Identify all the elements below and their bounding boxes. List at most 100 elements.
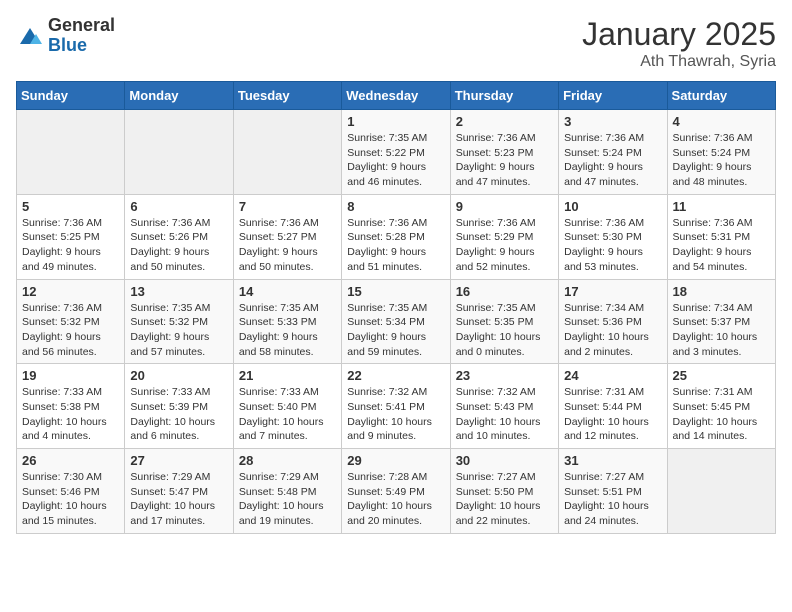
calendar-cell: 29 Sunrise: 7:28 AM Sunset: 5:49 PM Dayli… bbox=[342, 449, 450, 534]
day-info: Sunrise: 7:33 AM Sunset: 5:38 PM Dayligh… bbox=[22, 385, 119, 444]
logo: General Blue bbox=[16, 16, 115, 56]
logo-text: General Blue bbox=[48, 16, 115, 56]
calendar-cell: 21 Sunrise: 7:33 AM Sunset: 5:40 PM Dayli… bbox=[233, 364, 341, 449]
calendar-week-row: 1 Sunrise: 7:35 AM Sunset: 5:22 PM Daylig… bbox=[17, 110, 776, 195]
calendar-cell: 26Sunrise: 7:30 AM Sunset: 5:46 PM Dayli… bbox=[17, 449, 125, 534]
calendar-cell: 12Sunrise: 7:36 AM Sunset: 5:32 PM Dayli… bbox=[17, 279, 125, 364]
day-info: Sunrise: 7:36 AM Sunset: 5:31 PM Dayligh… bbox=[673, 216, 770, 275]
day-info: Sunrise: 7:32 AM Sunset: 5:41 PM Dayligh… bbox=[347, 385, 444, 444]
day-info: Sunrise: 7:36 AM Sunset: 5:24 PM Dayligh… bbox=[673, 131, 770, 190]
day-number: 13 bbox=[130, 284, 227, 299]
day-number: 30 bbox=[456, 453, 553, 468]
calendar-cell: 13Sunrise: 7:35 AM Sunset: 5:32 PM Dayli… bbox=[125, 279, 233, 364]
calendar-cell: 11Sunrise: 7:36 AM Sunset: 5:31 PM Dayli… bbox=[667, 194, 775, 279]
day-info: Sunrise: 7:29 AM Sunset: 5:47 PM Dayligh… bbox=[130, 470, 227, 529]
day-number: 6 bbox=[130, 199, 227, 214]
logo-blue: Blue bbox=[48, 35, 87, 55]
day-info: Sunrise: 7:36 AM Sunset: 5:32 PM Dayligh… bbox=[22, 301, 119, 360]
day-info: Sunrise: 7:33 AM Sunset: 5:40 PM Dayligh… bbox=[239, 385, 336, 444]
day-info: Sunrise: 7:36 AM Sunset: 5:26 PM Dayligh… bbox=[130, 216, 227, 275]
weekday-header: Thursday bbox=[450, 82, 558, 110]
weekday-header: Monday bbox=[125, 82, 233, 110]
calendar-cell: 4 Sunrise: 7:36 AM Sunset: 5:24 PM Daylig… bbox=[667, 110, 775, 195]
day-number: 7 bbox=[239, 199, 336, 214]
day-number: 22 bbox=[347, 368, 444, 383]
calendar-cell bbox=[667, 449, 775, 534]
day-info: Sunrise: 7:35 AM Sunset: 5:22 PM Dayligh… bbox=[347, 131, 444, 190]
day-number: 17 bbox=[564, 284, 661, 299]
calendar-cell: 15 Sunrise: 7:35 AM Sunset: 5:34 PM Dayli… bbox=[342, 279, 450, 364]
day-number: 29 bbox=[347, 453, 444, 468]
month-title: January 2025 bbox=[582, 16, 776, 53]
day-number: 2 bbox=[456, 114, 553, 129]
day-number: 20 bbox=[130, 368, 227, 383]
day-info: Sunrise: 7:30 AM Sunset: 5:46 PM Dayligh… bbox=[22, 470, 119, 529]
day-info: Sunrise: 7:35 AM Sunset: 5:35 PM Dayligh… bbox=[456, 301, 553, 360]
calendar-cell: 25 Sunrise: 7:31 AM Sunset: 5:45 PM Dayli… bbox=[667, 364, 775, 449]
day-number: 23 bbox=[456, 368, 553, 383]
day-number: 27 bbox=[130, 453, 227, 468]
calendar-cell: 5Sunrise: 7:36 AM Sunset: 5:25 PM Daylig… bbox=[17, 194, 125, 279]
calendar-cell bbox=[125, 110, 233, 195]
day-info: Sunrise: 7:35 AM Sunset: 5:34 PM Dayligh… bbox=[347, 301, 444, 360]
weekday-header: Wednesday bbox=[342, 82, 450, 110]
calendar-header-row: SundayMondayTuesdayWednesdayThursdayFrid… bbox=[17, 82, 776, 110]
calendar-cell: 20 Sunrise: 7:33 AM Sunset: 5:39 PM Dayli… bbox=[125, 364, 233, 449]
calendar-cell bbox=[233, 110, 341, 195]
calendar-cell: 27 Sunrise: 7:29 AM Sunset: 5:47 PM Dayli… bbox=[125, 449, 233, 534]
calendar-week-row: 12Sunrise: 7:36 AM Sunset: 5:32 PM Dayli… bbox=[17, 279, 776, 364]
calendar-cell: 3 Sunrise: 7:36 AM Sunset: 5:24 PM Daylig… bbox=[559, 110, 667, 195]
logo-icon bbox=[16, 22, 44, 50]
calendar-cell: 7Sunrise: 7:36 AM Sunset: 5:27 PM Daylig… bbox=[233, 194, 341, 279]
calendar-cell: 23 Sunrise: 7:32 AM Sunset: 5:43 PM Dayli… bbox=[450, 364, 558, 449]
calendar-cell: 9 Sunrise: 7:36 AM Sunset: 5:29 PM Daylig… bbox=[450, 194, 558, 279]
day-number: 10 bbox=[564, 199, 661, 214]
day-number: 5 bbox=[22, 199, 119, 214]
calendar-cell: 30 Sunrise: 7:27 AM Sunset: 5:50 PM Dayli… bbox=[450, 449, 558, 534]
day-info: Sunrise: 7:34 AM Sunset: 5:37 PM Dayligh… bbox=[673, 301, 770, 360]
day-info: Sunrise: 7:36 AM Sunset: 5:23 PM Dayligh… bbox=[456, 131, 553, 190]
calendar-cell bbox=[17, 110, 125, 195]
day-number: 8 bbox=[347, 199, 444, 214]
page-header: General Blue January 2025 Ath Thawrah, S… bbox=[16, 16, 776, 71]
day-number: 25 bbox=[673, 368, 770, 383]
day-number: 19 bbox=[22, 368, 119, 383]
day-info: Sunrise: 7:35 AM Sunset: 5:33 PM Dayligh… bbox=[239, 301, 336, 360]
day-info: Sunrise: 7:34 AM Sunset: 5:36 PM Dayligh… bbox=[564, 301, 661, 360]
day-info: Sunrise: 7:31 AM Sunset: 5:44 PM Dayligh… bbox=[564, 385, 661, 444]
location-title: Ath Thawrah, Syria bbox=[582, 53, 776, 71]
weekday-header: Tuesday bbox=[233, 82, 341, 110]
day-number: 14 bbox=[239, 284, 336, 299]
day-info: Sunrise: 7:27 AM Sunset: 5:50 PM Dayligh… bbox=[456, 470, 553, 529]
calendar-cell: 6 Sunrise: 7:36 AM Sunset: 5:26 PM Daylig… bbox=[125, 194, 233, 279]
day-number: 21 bbox=[239, 368, 336, 383]
calendar-cell: 1 Sunrise: 7:35 AM Sunset: 5:22 PM Daylig… bbox=[342, 110, 450, 195]
calendar-cell: 8Sunrise: 7:36 AM Sunset: 5:28 PM Daylig… bbox=[342, 194, 450, 279]
day-info: Sunrise: 7:28 AM Sunset: 5:49 PM Dayligh… bbox=[347, 470, 444, 529]
calendar-week-row: 5Sunrise: 7:36 AM Sunset: 5:25 PM Daylig… bbox=[17, 194, 776, 279]
weekday-header: Saturday bbox=[667, 82, 775, 110]
calendar-cell: 31Sunrise: 7:27 AM Sunset: 5:51 PM Dayli… bbox=[559, 449, 667, 534]
day-number: 9 bbox=[456, 199, 553, 214]
calendar-table: SundayMondayTuesdayWednesdayThursdayFrid… bbox=[16, 81, 776, 534]
day-info: Sunrise: 7:33 AM Sunset: 5:39 PM Dayligh… bbox=[130, 385, 227, 444]
calendar-cell: 10 Sunrise: 7:36 AM Sunset: 5:30 PM Dayli… bbox=[559, 194, 667, 279]
title-block: January 2025 Ath Thawrah, Syria bbox=[582, 16, 776, 71]
day-info: Sunrise: 7:31 AM Sunset: 5:45 PM Dayligh… bbox=[673, 385, 770, 444]
weekday-header: Sunday bbox=[17, 82, 125, 110]
calendar-cell: 2 Sunrise: 7:36 AM Sunset: 5:23 PM Daylig… bbox=[450, 110, 558, 195]
day-number: 15 bbox=[347, 284, 444, 299]
day-number: 3 bbox=[564, 114, 661, 129]
day-info: Sunrise: 7:36 AM Sunset: 5:30 PM Dayligh… bbox=[564, 216, 661, 275]
day-info: Sunrise: 7:36 AM Sunset: 5:29 PM Dayligh… bbox=[456, 216, 553, 275]
day-number: 1 bbox=[347, 114, 444, 129]
calendar-cell: 18Sunrise: 7:34 AM Sunset: 5:37 PM Dayli… bbox=[667, 279, 775, 364]
day-info: Sunrise: 7:32 AM Sunset: 5:43 PM Dayligh… bbox=[456, 385, 553, 444]
calendar-week-row: 26Sunrise: 7:30 AM Sunset: 5:46 PM Dayli… bbox=[17, 449, 776, 534]
day-number: 16 bbox=[456, 284, 553, 299]
day-info: Sunrise: 7:36 AM Sunset: 5:24 PM Dayligh… bbox=[564, 131, 661, 190]
day-number: 4 bbox=[673, 114, 770, 129]
calendar-cell: 14 Sunrise: 7:35 AM Sunset: 5:33 PM Dayli… bbox=[233, 279, 341, 364]
day-number: 28 bbox=[239, 453, 336, 468]
day-info: Sunrise: 7:29 AM Sunset: 5:48 PM Dayligh… bbox=[239, 470, 336, 529]
